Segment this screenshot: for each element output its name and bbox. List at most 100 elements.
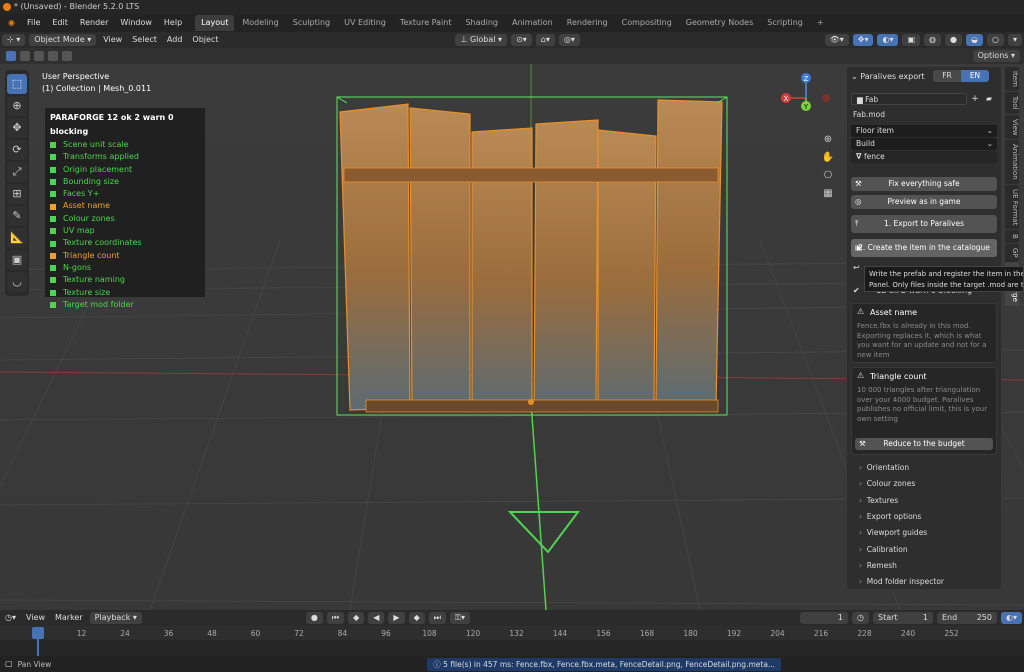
select-menu[interactable]: Select — [127, 33, 162, 47]
playback-menu[interactable]: Playback ▾ — [89, 612, 142, 624]
menu-file[interactable]: File — [21, 14, 46, 32]
item-name-field[interactable]: ∇ fence — [851, 151, 997, 163]
section-export-options[interactable]: › Export options — [859, 511, 921, 523]
shading-material-icon[interactable]: ◒ — [966, 34, 983, 46]
prev-key-icon[interactable]: ◆ — [348, 612, 365, 624]
section-viewport-guides[interactable]: › Viewport guides — [859, 527, 927, 539]
side-tab-animation[interactable]: Animation — [1005, 140, 1019, 184]
tab-animation[interactable]: Animation — [506, 15, 559, 31]
move-tool-icon[interactable]: ✥ — [7, 118, 27, 138]
ortho-grid-icon[interactable]: ▦ — [820, 186, 836, 202]
overlay-toggle-icon[interactable]: ◐▾ — [877, 34, 899, 46]
create-item-button[interactable]: ▣ 2. Create the item in the catalogue — [851, 239, 997, 257]
fence-mesh[interactable] — [339, 99, 723, 413]
transform-tool-icon[interactable]: ⊞ — [7, 184, 27, 204]
select-box-icon[interactable] — [6, 51, 16, 61]
shading-rendered-icon[interactable]: ○ — [987, 34, 1004, 46]
editor-type-icon[interactable]: ⊹ ▾ — [2, 34, 26, 46]
tab-scripting[interactable]: Scripting — [761, 15, 809, 31]
library-select[interactable]: ▆ Fab — [851, 93, 967, 105]
lang-en-button[interactable]: EN — [961, 70, 989, 82]
measure-tool-icon[interactable]: 📐 — [7, 228, 27, 248]
side-tab-gp[interactable]: GP — [1005, 244, 1019, 262]
tab-layout[interactable]: Layout — [195, 15, 235, 31]
timeline-view-menu[interactable]: View — [21, 611, 50, 625]
options-button[interactable]: Options ▾ — [972, 50, 1020, 62]
tab-sculpting[interactable]: Sculpting — [287, 15, 336, 31]
play-reverse-icon[interactable]: ◀ — [368, 612, 385, 624]
shading-wireframe-icon[interactable]: ◍ — [924, 34, 942, 46]
subcategory-select[interactable]: Build ⌄ — [851, 138, 997, 150]
section-orientation[interactable]: › Orientation — [859, 462, 909, 474]
side-tab-view[interactable]: View — [1005, 114, 1019, 140]
blender-menu-icon[interactable]: ◉ — [2, 14, 21, 32]
select-subtract-icon[interactable] — [34, 51, 44, 61]
playhead[interactable] — [32, 627, 44, 639]
jump-start-icon[interactable]: ⏮ — [326, 612, 345, 624]
folder-icon[interactable]: ▰ — [983, 93, 995, 105]
fix-everything-button[interactable]: ⚒ Fix everything safe — [851, 177, 997, 191]
clock-icon[interactable]: ◷ — [852, 612, 869, 624]
tab-geometry-nodes[interactable]: Geometry Nodes — [680, 15, 759, 31]
section-colour-zones[interactable]: › Colour zones — [859, 478, 915, 490]
side-tab-ue-format[interactable]: UE Format — [1005, 184, 1019, 230]
snap-icon[interactable]: ⌂▾ — [535, 34, 555, 46]
rotate-tool-icon[interactable]: ⟳ — [7, 140, 27, 160]
menu-edit[interactable]: Edit — [46, 14, 74, 32]
add-menu[interactable]: Add — [162, 33, 188, 47]
view-menu[interactable]: View — [98, 33, 127, 47]
undo-icon[interactable]: ↩ — [853, 263, 860, 272]
pan-hand-icon[interactable]: ✋ — [820, 150, 836, 166]
add-library-icon[interactable]: + — [969, 93, 981, 105]
shading-solid-icon[interactable]: ● — [945, 34, 963, 46]
tab-rendering[interactable]: Rendering — [561, 15, 614, 31]
proportional-edit-icon[interactable]: ◎▾ — [558, 34, 580, 46]
timeline-marker-menu[interactable]: Marker — [50, 611, 88, 625]
select-invert-icon[interactable] — [48, 51, 58, 61]
menu-render[interactable]: Render — [74, 14, 114, 32]
section-textures[interactable]: › Textures — [859, 495, 898, 507]
record-icon[interactable]: ● — [305, 612, 323, 624]
cursor-tool-icon[interactable]: ⊕ — [7, 96, 27, 116]
gizmo-toggle-icon[interactable]: ✥▾ — [852, 34, 874, 46]
preview-button[interactable]: ◎ Preview as in game — [851, 195, 997, 209]
lang-fr-button[interactable]: FR — [933, 70, 961, 82]
jump-end-icon[interactable]: ⏭ — [428, 612, 446, 624]
zoom-icon[interactable]: ⊕ — [820, 132, 836, 148]
export-button[interactable]: ⤒ 1. Export to Paralives — [851, 215, 997, 233]
side-tab-tool[interactable]: Tool — [1005, 91, 1019, 114]
shading-options-icon[interactable]: ▾ — [1007, 34, 1022, 46]
add-cube-tool-icon[interactable]: ▣ — [7, 250, 27, 270]
side-tab-item[interactable]: Item — [1005, 67, 1019, 91]
frame-ruler[interactable]: 1122436486072849610812013214415616818019… — [0, 626, 1024, 640]
menu-window[interactable]: Window — [114, 14, 158, 32]
next-key-icon[interactable]: ◆ — [408, 612, 425, 624]
gizmo-tool-icon[interactable]: ◡ — [7, 272, 27, 292]
timeline-editor-icon[interactable]: ◷▾ — [0, 611, 21, 625]
add-workspace-button[interactable]: + — [811, 15, 830, 31]
object-menu[interactable]: Object — [187, 33, 223, 47]
object-mode-select[interactable]: Object Mode ▾ — [29, 34, 97, 46]
annotate-tool-icon[interactable]: ✎ — [7, 206, 27, 226]
tab-shading[interactable]: Shading — [459, 15, 504, 31]
visibility-icon[interactable]: 👁▾ — [824, 34, 849, 46]
tab-uv-editing[interactable]: UV Editing — [338, 15, 392, 31]
pivot-icon[interactable]: ⊙▾ — [511, 34, 532, 46]
transform-orientation-select[interactable]: ⊥ Global ▾ — [455, 34, 508, 46]
category-select[interactable]: Floor item ⌄ — [851, 125, 997, 137]
scale-tool-icon[interactable]: ⤢ — [7, 162, 27, 182]
select-extend-icon[interactable] — [20, 51, 30, 61]
timeline-options-icon[interactable]: ◐▾ — [1001, 612, 1022, 624]
frame-start-field[interactable]: Start 1 — [873, 612, 933, 624]
select-tool-icon[interactable]: ⬚ — [7, 74, 27, 94]
xray-icon[interactable]: ▣ — [902, 34, 921, 46]
frame-end-field[interactable]: End 250 — [937, 612, 997, 624]
section-remesh[interactable]: › Remesh — [859, 560, 897, 572]
keying-icon[interactable]: ⚿▾ — [449, 612, 471, 624]
menu-help[interactable]: Help — [158, 14, 188, 32]
tab-compositing[interactable]: Compositing — [616, 15, 678, 31]
camera-view-icon[interactable]: ⎔ — [820, 168, 836, 184]
tab-modeling[interactable]: Modeling — [236, 15, 284, 31]
section-calibration[interactable]: › Calibration — [859, 544, 908, 556]
select-intersect-icon[interactable] — [62, 51, 72, 61]
